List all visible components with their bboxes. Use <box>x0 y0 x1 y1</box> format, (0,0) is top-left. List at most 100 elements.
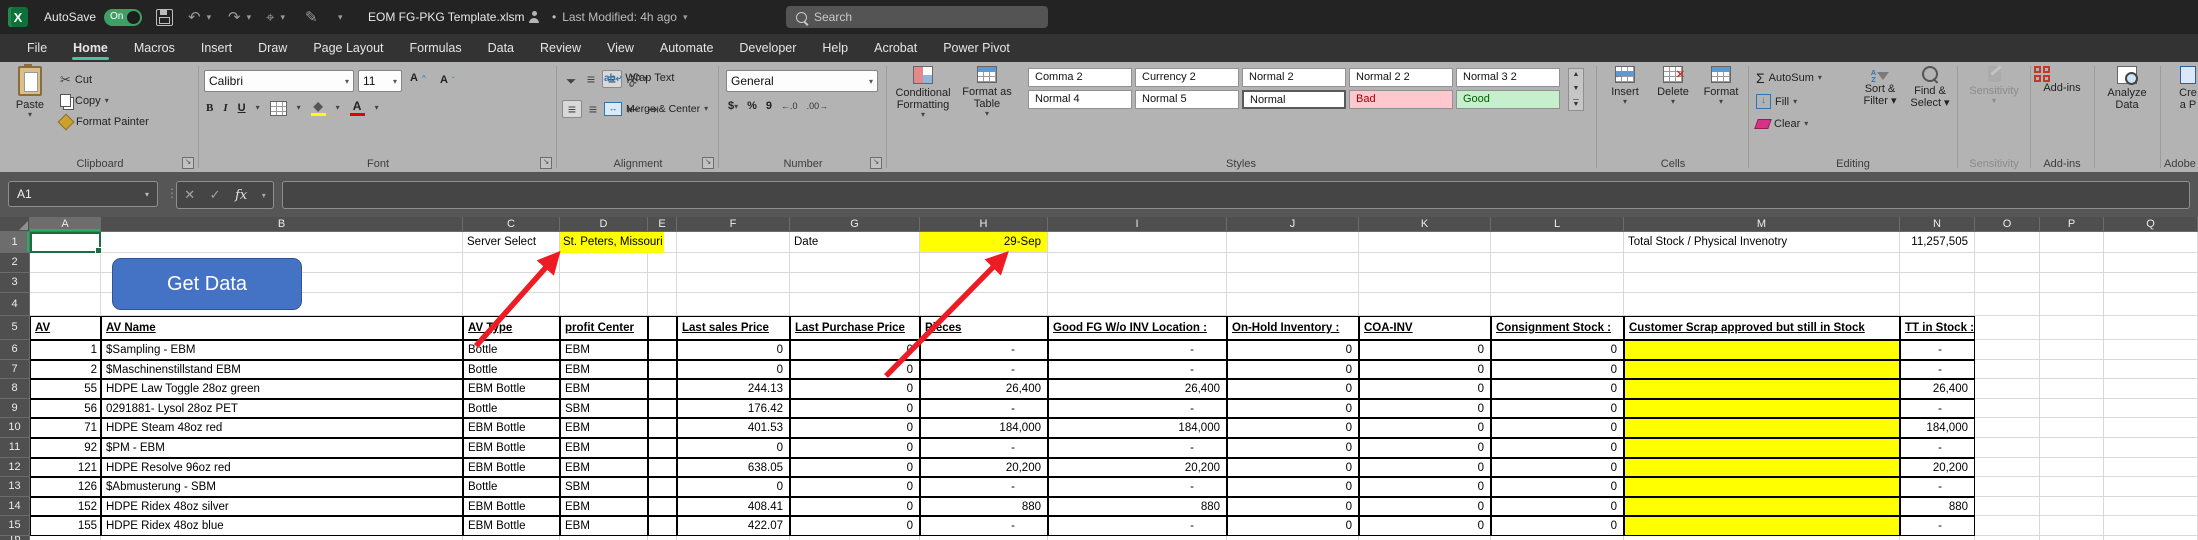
cell-O5[interactable] <box>1975 316 2040 340</box>
cell-D11[interactable]: EBM <box>560 438 648 458</box>
insert-cells-button[interactable]: ← Insert▾ <box>1602 66 1648 106</box>
menu-tab-page-layout[interactable]: Page Layout <box>300 34 396 62</box>
touch-mode-icon[interactable]: ⌖▾ <box>266 0 285 34</box>
decrease-decimal-icon[interactable]: .00→ <box>807 101 829 111</box>
cell-H15[interactable]: - <box>920 516 1048 536</box>
cell-F6[interactable]: 0 <box>677 340 790 360</box>
column-header-D[interactable]: D <box>560 217 648 232</box>
cell-H4[interactable] <box>920 293 1048 316</box>
cell-C4[interactable] <box>463 293 560 316</box>
cell-E13[interactable] <box>648 477 677 497</box>
cell-P3[interactable] <box>2040 273 2104 293</box>
style-chip-bad[interactable]: Bad <box>1349 90 1453 109</box>
cell-P7[interactable] <box>2040 360 2104 379</box>
cell-A3[interactable] <box>30 273 101 293</box>
style-chip-normal-5[interactable]: Normal 5 <box>1135 90 1239 109</box>
cell-A14[interactable]: 152 <box>30 497 101 516</box>
cell-E9[interactable] <box>648 399 677 418</box>
cell-C15[interactable]: EBM Bottle <box>463 516 560 536</box>
cell-L3[interactable] <box>1491 273 1624 293</box>
cell-C2[interactable] <box>463 253 560 273</box>
cell-J7[interactable]: 0 <box>1227 360 1359 379</box>
cell-G7[interactable]: 0 <box>790 360 920 379</box>
cell-L14[interactable]: 0 <box>1491 497 1624 516</box>
style-chip-comma-2[interactable]: Comma 2 <box>1028 68 1132 87</box>
cell-E4[interactable] <box>648 293 677 316</box>
merge-center-button[interactable]: ↔Merge & Center▾ <box>604 102 708 116</box>
cell-O15[interactable] <box>1975 516 2040 536</box>
cell-F3[interactable] <box>677 273 790 293</box>
draw-ink-icon[interactable]: ✎ <box>305 0 318 34</box>
column-header-J[interactable]: J <box>1227 217 1359 232</box>
cell-A4[interactable] <box>30 293 101 316</box>
cell-A2[interactable] <box>30 253 101 273</box>
format-painter-button[interactable]: Format Painter <box>60 116 149 128</box>
cell-A10[interactable]: 71 <box>30 418 101 438</box>
cell-D9[interactable]: SBM <box>560 399 648 418</box>
cell-L8[interactable]: 0 <box>1491 379 1624 399</box>
cell-K4[interactable] <box>1359 293 1491 316</box>
cell-C8[interactable]: EBM Bottle <box>463 379 560 399</box>
cell-H13[interactable]: - <box>920 477 1048 497</box>
cell-H7[interactable]: - <box>920 360 1048 379</box>
bold-button[interactable]: B <box>206 102 213 114</box>
cell-J12[interactable]: 0 <box>1227 458 1359 477</box>
cell-I7[interactable]: - <box>1048 360 1227 379</box>
column-header-F[interactable]: F <box>677 217 790 232</box>
menu-tab-power-pivot[interactable]: Power Pivot <box>930 34 1023 62</box>
align-center-icon[interactable]: ≡ <box>584 101 602 117</box>
cell-D12[interactable]: EBM <box>560 458 648 477</box>
font-name-select[interactable]: Calibri▾ <box>204 70 354 92</box>
styles-gallery-scroll[interactable]: ▲▼▼ <box>1568 68 1584 111</box>
cell-O16[interactable] <box>1975 536 2040 540</box>
cell-G9[interactable]: 0 <box>790 399 920 418</box>
cell-C7[interactable]: Bottle <box>463 360 560 379</box>
cell-I1[interactable] <box>1048 232 1227 253</box>
cell-L15[interactable]: 0 <box>1491 516 1624 536</box>
cell-O10[interactable] <box>1975 418 2040 438</box>
cell-K11[interactable]: 0 <box>1359 438 1491 458</box>
enter-icon[interactable]: ✓ <box>210 187 221 203</box>
cell-B5[interactable]: AV Name <box>101 316 463 340</box>
cell-M14[interactable] <box>1624 497 1900 516</box>
cell-F8[interactable]: 244.13 <box>677 379 790 399</box>
cell-E7[interactable] <box>648 360 677 379</box>
cell-K12[interactable]: 0 <box>1359 458 1491 477</box>
cell-A8[interactable]: 55 <box>30 379 101 399</box>
redo-icon[interactable]: ↷▾ <box>228 0 251 34</box>
cell-L9[interactable]: 0 <box>1491 399 1624 418</box>
autosave-toggle[interactable]: On <box>104 0 142 34</box>
cell-D16[interactable] <box>560 536 648 540</box>
last-modified[interactable]: •Last Modified: 4h ago▾ <box>552 0 687 34</box>
permissions-icon[interactable] <box>528 0 540 34</box>
cell-P5[interactable] <box>2040 316 2104 340</box>
cell-Q10[interactable] <box>2104 418 2198 438</box>
cell-I9[interactable]: - <box>1048 399 1227 418</box>
conditional-formatting-button[interactable]: Conditional Formatting▾ <box>892 66 954 119</box>
cell-J2[interactable] <box>1227 253 1359 273</box>
row-header-16[interactable]: 16 <box>0 536 30 540</box>
cell-C5[interactable]: AV Type <box>463 316 560 340</box>
cell-C1[interactable]: Server Select <box>463 232 560 253</box>
select-all-corner[interactable] <box>0 217 30 232</box>
cell-M12[interactable] <box>1624 458 1900 477</box>
row-header-3[interactable]: 3 <box>0 273 30 293</box>
cell-B11[interactable]: $PM - EBM <box>101 438 463 458</box>
cell-Q14[interactable] <box>2104 497 2198 516</box>
column-header-P[interactable]: P <box>2040 217 2104 232</box>
cell-F10[interactable]: 401.53 <box>677 418 790 438</box>
cell-F7[interactable]: 0 <box>677 360 790 379</box>
cell-Q13[interactable] <box>2104 477 2198 497</box>
column-header-M[interactable]: M <box>1624 217 1900 232</box>
formula-input[interactable] <box>282 181 2190 209</box>
cell-H9[interactable]: - <box>920 399 1048 418</box>
cell-K7[interactable]: 0 <box>1359 360 1491 379</box>
cell-F1[interactable] <box>677 232 790 253</box>
cell-N11[interactable]: - <box>1900 438 1975 458</box>
cell-G1[interactable]: Date <box>790 232 920 253</box>
cell-G13[interactable]: 0 <box>790 477 920 497</box>
cell-O9[interactable] <box>1975 399 2040 418</box>
cell-F2[interactable] <box>677 253 790 273</box>
menu-tab-draw[interactable]: Draw <box>245 34 300 62</box>
cell-O1[interactable] <box>1975 232 2040 253</box>
